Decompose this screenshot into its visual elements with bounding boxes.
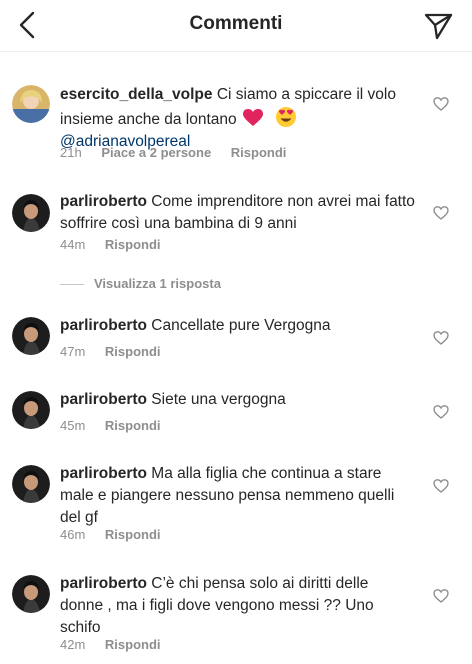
reply-button[interactable]: Rispondi xyxy=(105,418,161,433)
like-heart-icon[interactable] xyxy=(433,330,449,346)
comment-username[interactable]: parliroberto xyxy=(60,575,147,592)
avatar[interactable] xyxy=(12,85,50,123)
comment-meta: 47m Rispondi xyxy=(60,344,177,359)
avatar[interactable] xyxy=(12,465,50,503)
comment-text: parliroberto Cancellate pure Vergogna xyxy=(60,315,415,337)
comment-meta: 42m Rispondi xyxy=(60,637,177,652)
comment-text: parliroberto Siete una vergogna xyxy=(60,389,415,411)
reply-button[interactable]: Rispondi xyxy=(231,145,287,160)
comment-text: esercito_della_volpe Ci siamo a spiccare… xyxy=(60,84,415,153)
like-heart-icon[interactable] xyxy=(433,404,449,420)
paper-plane-icon[interactable] xyxy=(422,10,454,42)
avatar[interactable] xyxy=(12,575,50,613)
comment-time: 47m xyxy=(60,344,86,359)
comment-time: 46m xyxy=(60,527,86,542)
comment-time: 44m xyxy=(60,237,86,252)
comment-message: Cancellate pure Vergogna xyxy=(151,317,331,334)
comment-text: parliroberto Come imprenditore non avrei… xyxy=(60,191,415,235)
comment-message: Siete una vergogna xyxy=(151,391,286,408)
comment-meta: 44m Rispondi xyxy=(60,237,177,252)
replies-divider xyxy=(60,284,84,285)
like-heart-icon[interactable] xyxy=(433,205,449,221)
comment-username[interactable]: parliroberto xyxy=(60,317,147,334)
reply-button[interactable]: Rispondi xyxy=(105,527,161,542)
comment-username[interactable]: esercito_della_volpe xyxy=(60,86,213,103)
header: Commenti xyxy=(0,0,472,52)
avatar[interactable] xyxy=(12,391,50,429)
comment-time: 42m xyxy=(60,637,86,652)
like-heart-icon[interactable] xyxy=(433,588,449,604)
comment-text: parliroberto C’è chi pensa solo ai dirit… xyxy=(60,573,415,639)
reply-button[interactable]: Rispondi xyxy=(105,237,161,252)
comment-time: 45m xyxy=(60,418,86,433)
page-title: Commenti xyxy=(189,13,283,34)
like-heart-icon[interactable] xyxy=(433,478,449,494)
view-replies-button[interactable]: Visualizza 1 risposta xyxy=(60,276,280,294)
avatar[interactable] xyxy=(12,317,50,355)
reply-button[interactable]: Rispondi xyxy=(105,637,161,652)
like-heart-icon[interactable] xyxy=(433,96,449,112)
comment-meta: 45m Rispondi xyxy=(60,418,177,433)
heart-eyes-face-icon xyxy=(276,107,297,127)
comment-meta: 46m Rispondi xyxy=(60,527,177,542)
comment-time: 21h xyxy=(60,145,82,160)
reply-button[interactable]: Rispondi xyxy=(105,344,161,359)
comment-username[interactable]: parliroberto xyxy=(60,391,147,408)
red-heart-icon xyxy=(242,109,263,126)
comment-meta: 21h Piace a 2 persone Rispondi xyxy=(60,145,302,160)
comment-text: parliroberto Ma alla figlia che continua… xyxy=(60,463,415,529)
view-replies-label: Visualizza 1 risposta xyxy=(94,276,221,291)
comment-username[interactable]: parliroberto xyxy=(60,193,147,210)
avatar[interactable] xyxy=(12,194,50,232)
likes-count[interactable]: Piace a 2 persone xyxy=(101,145,211,160)
comment-username[interactable]: parliroberto xyxy=(60,465,147,482)
